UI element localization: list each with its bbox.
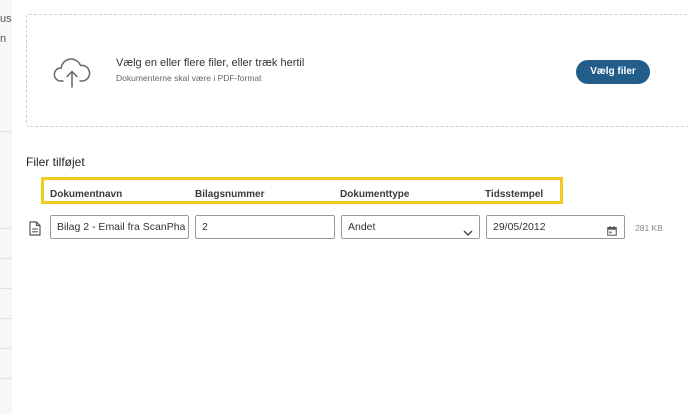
cloud-upload-icon (53, 56, 91, 93)
column-headers: Dokumentnavn Bilagsnummer Dokumenttype T… (41, 177, 563, 204)
divider (0, 348, 12, 349)
section-title: Filer tilføjet (26, 155, 85, 169)
column-header-attachment-number: Bilagsnummer (195, 189, 265, 200)
document-icon (29, 221, 41, 241)
document-name-input[interactable]: Bilag 2 - Email fra ScanPha (50, 215, 189, 239)
divider (0, 288, 12, 289)
column-header-timestamp: Tidsstempel (485, 189, 544, 200)
column-header-document-type: Dokumenttype (340, 189, 410, 200)
timestamp-input[interactable]: 29/05/2012 (486, 215, 625, 239)
choose-files-button[interactable]: Vælg filer (576, 60, 650, 84)
divider (0, 131, 12, 132)
document-type-select[interactable]: Andet (341, 215, 480, 239)
file-size: 281 KB (635, 223, 663, 233)
attachment-number-input[interactable]: 2 (195, 215, 335, 239)
background-text: n (0, 33, 7, 45)
timestamp-value: 29/05/2012 (493, 221, 546, 233)
file-drop-zone[interactable]: Vælg en eller flere filer, eller træk he… (26, 14, 688, 127)
divider (0, 258, 12, 259)
calendar-icon[interactable] (607, 222, 617, 238)
column-header-document-name: Dokumentnavn (50, 189, 123, 200)
divider (0, 378, 12, 379)
document-type-value: Andet (348, 221, 376, 233)
divider (0, 318, 12, 319)
divider (0, 228, 12, 229)
chevron-down-icon (463, 223, 473, 238)
upload-dialog: Vælg en eller flere filer, eller træk he… (12, 0, 688, 414)
drop-zone-subtitle: Dokumenterne skal være i PDF-format (116, 73, 262, 83)
drop-zone-title: Vælg en eller flere filer, eller træk he… (116, 57, 305, 69)
